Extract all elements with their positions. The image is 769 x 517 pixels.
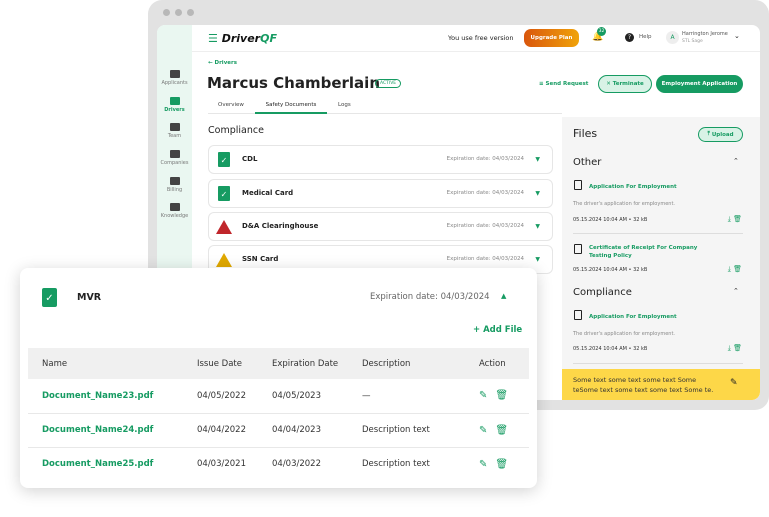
file-icon [574,310,582,320]
note-banner[interactable]: Some text some text some text Some teSom… [562,369,760,400]
free-version-text: You use free version [448,34,514,42]
warning-icon [216,253,232,267]
mvr-table: Name Issue Date Expiration Date Descript… [28,348,529,481]
send-request-button[interactable]: ≡ Send Request [539,81,588,87]
document-check-icon: ✓ [42,288,57,307]
sidebar-item-applicants[interactable]: Applicants [157,70,192,86]
column-header[interactable]: Action [465,348,529,379]
chevron-up-icon[interactable]: ⌃ [733,287,739,295]
upgrade-plan-button[interactable]: Upgrade Plan [524,29,579,47]
applicants-icon [169,70,180,78]
caret-down-icon: ▼ [535,190,540,197]
notification-badge: 32 [597,27,606,36]
file-link[interactable]: Document_Name23.pdf [28,379,183,414]
file-meta: 05.15.2024 10:04 AM • 32 kB [573,346,648,352]
caret-up-icon[interactable]: ▲ [501,292,506,300]
knowledge-icon [169,203,180,211]
column-header[interactable]: Name [28,348,183,379]
table-row: Document_Name23.pdf 04/05/2022 04/05/2023—… [28,379,529,414]
add-file-button[interactable]: + Add File [473,325,522,335]
user-name: Harrington Jerome [682,31,728,37]
download-delete-icons[interactable]: ⤓ 🗑 [728,265,742,274]
table-row: Document_Name24.pdf 04/04/2022 04/04/2023 D… [28,413,529,448]
user-company: STL Sage [682,39,703,44]
file-link[interactable]: Document_Name24.pdf [28,413,183,448]
employment-application-button[interactable]: Employment Application [656,75,743,93]
error-warning-icon [216,220,232,234]
status-badge: ACTIVE [375,79,402,88]
chevron-up-icon[interactable]: ⌃ [733,157,739,165]
file-icon [574,180,582,190]
mvr-card: ✓ MVR Expiration date: 04/03/2024 ▲ + Ad… [20,268,537,488]
page-title: Marcus Chamberlain [207,74,380,92]
tab-overview[interactable]: Overview [218,102,244,108]
files-section-compliance: Compliance [573,287,632,298]
file-description: The driver's application for employment. [573,331,675,337]
sidebar-item-companies[interactable]: Companies [157,150,192,166]
sidebar-item-knowledge[interactable]: Knowledge [157,203,192,219]
window-dot [187,9,194,16]
mvr-expiration: Expiration date: 04/03/2024 [370,292,490,302]
files-panel: Files ⤒ Upload Other ⌃ Application For E… [562,117,760,400]
file-meta: 05.15.2024 10:04 AM • 32 kB [573,267,648,273]
column-header[interactable]: Expiration Date [258,348,348,379]
document-card-cdl[interactable]: ✓ CDL Expiration date: 04/03/2024 ▼ [208,145,553,174]
chevron-down-icon[interactable]: ⌄ [734,32,740,40]
file-link[interactable]: Document_Name25.pdf [28,447,183,481]
file-link[interactable]: Certificate of Receipt For Company Testi… [589,244,719,260]
section-title: Compliance [208,125,264,136]
tab-safety-documents[interactable]: Safety Documents [255,102,327,114]
column-header[interactable]: Issue Date [183,348,258,379]
caret-down-icon: ▼ [535,256,540,263]
document-card-clearinghouse[interactable]: D&A Clearinghouse Expiration date: 04/03/… [208,212,553,241]
avatar[interactable]: A [666,31,679,44]
edit-delete-icons[interactable]: ✎🗑 [465,413,529,448]
download-delete-icons[interactable]: ⤓ 🗑 [728,344,742,353]
tab-logs[interactable]: Logs [338,102,351,108]
breadcrumb[interactable]: ← Drivers [208,60,237,66]
table-row: Document_Name25.pdf 04/03/2021 04/03/2022 D… [28,447,529,481]
window-dot [163,9,170,16]
team-icon [169,123,180,131]
edit-delete-icons[interactable]: ✎🗑 [465,379,529,414]
download-delete-icons[interactable]: ⤓ 🗑 [728,215,742,224]
file-meta: 05.15.2024 10:04 AM • 32 kB [573,217,648,223]
sidebar-item-billing[interactable]: Billing [157,177,192,193]
divider [573,363,743,364]
pencil-icon[interactable]: ✎ [730,378,738,388]
companies-icon [169,150,180,158]
upload-button[interactable]: ⤒ Upload [698,127,743,142]
sidebar-item-drivers[interactable]: Drivers [157,97,192,113]
document-check-icon: ✓ [218,186,230,201]
file-link[interactable]: Application For Employment [589,313,719,321]
terminate-button[interactable]: ✕ Terminate [598,75,652,93]
caret-down-icon: ▼ [535,156,540,163]
file-link[interactable]: Application For Employment [589,183,719,191]
file-description: The driver's application for employment. [573,201,675,207]
top-header: ☰ DriverQF You use free version Upgrade … [192,25,760,52]
mvr-title: MVR [77,292,102,303]
billing-icon [169,177,180,185]
caret-down-icon: ▼ [535,223,540,230]
files-title: Files [573,127,598,140]
logo[interactable]: ☰ DriverQF [208,32,277,45]
window-dot [175,9,182,16]
help-icon[interactable]: ? [625,33,634,42]
document-check-icon: ✓ [218,152,230,167]
column-header[interactable]: Description [348,348,465,379]
sidebar-item-team[interactable]: Team [157,123,192,139]
document-card-medical[interactable]: ✓ Medical Card Expiration date: 04/03/2024… [208,179,553,208]
files-section-other: Other [573,157,602,168]
divider [573,233,743,234]
drivers-icon [169,97,180,105]
file-icon [574,244,582,254]
help-link[interactable]: Help [639,34,652,40]
edit-delete-icons[interactable]: ✎🗑 [465,447,529,481]
